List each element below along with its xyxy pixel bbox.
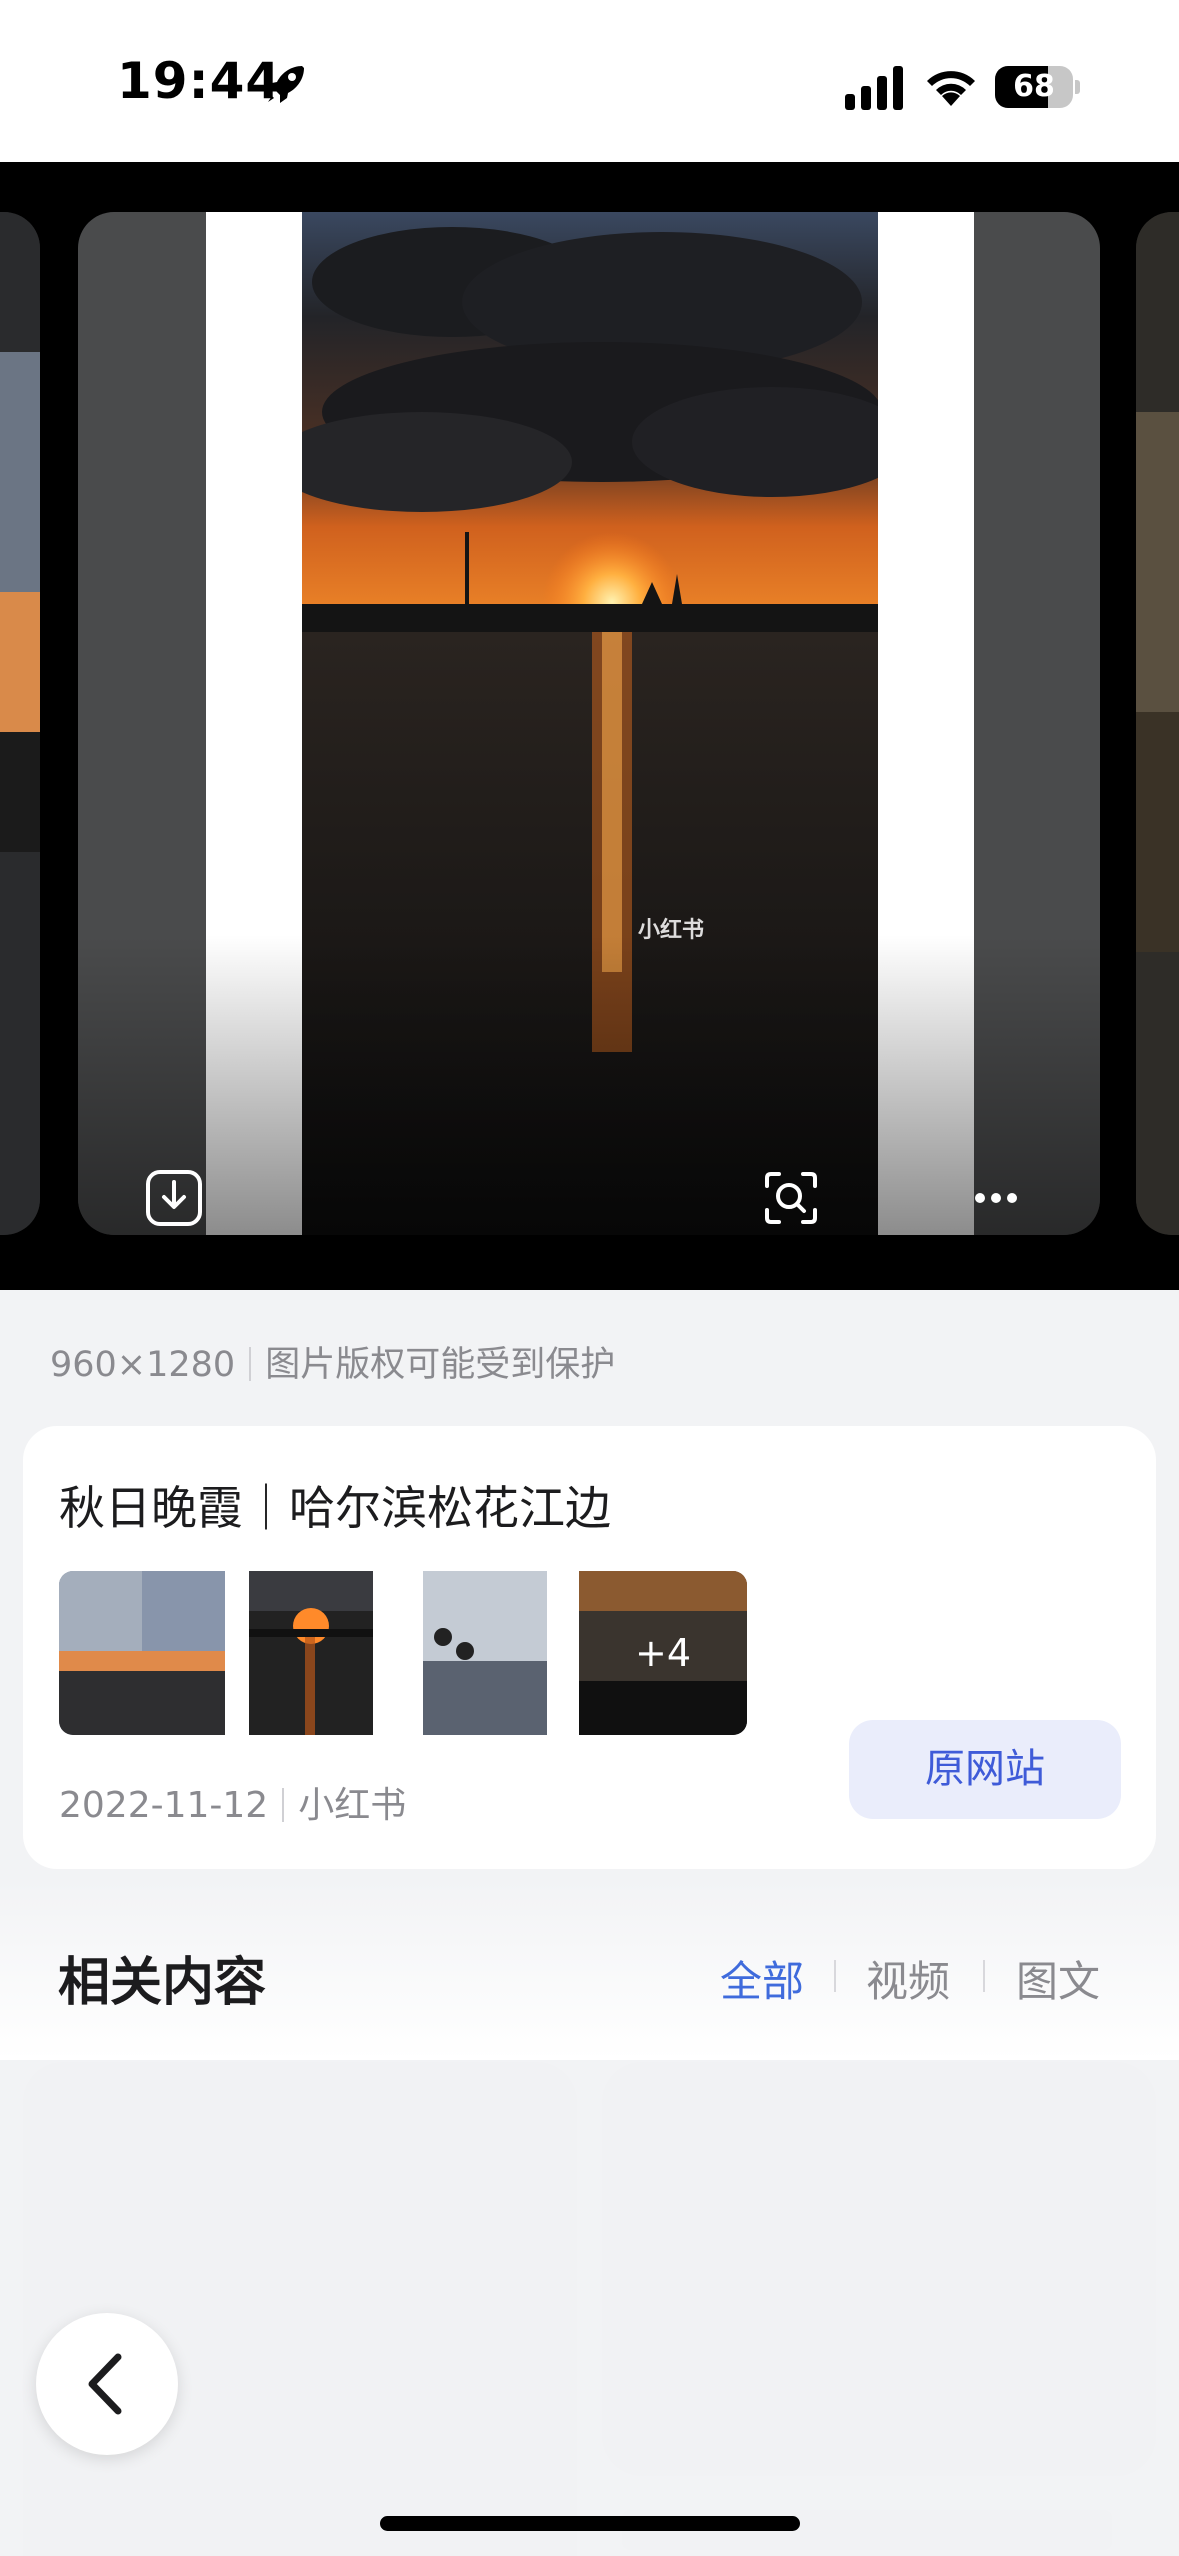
- more-images-count[interactable]: +4: [579, 1571, 747, 1735]
- thumbnail-3[interactable]: [403, 1571, 573, 1735]
- image-dimensions: 960×1280: [50, 1345, 236, 1385]
- source-title: 秋日晚霞｜哈尔滨松花江边: [59, 1481, 611, 1535]
- related-card-1[interactable]: [23, 2062, 577, 2556]
- status-bar: 19:44 68: [0, 0, 1179, 162]
- filter-image-text[interactable]: 图文: [1016, 1948, 1100, 2009]
- rocket-icon: [267, 66, 304, 103]
- image-viewer-page: 19:44 68 小红书 960×1280 图片版权可能受到保护 秋日晚霞｜哈尔…: [0, 0, 1179, 2556]
- source-card: 秋日晚霞｜哈尔滨松花江边 +4 2022-11-12 小红书 原网站: [23, 1426, 1156, 1869]
- source-platform: 小红书: [298, 1785, 407, 1826]
- current-image-card[interactable]: 小红书: [78, 212, 1100, 1235]
- thumbnail-strip[interactable]: +4: [59, 1571, 747, 1735]
- post-date: 2022-11-12: [59, 1785, 269, 1826]
- image-meta: 960×1280 图片版权可能受到保护: [50, 1336, 615, 1387]
- filter-all[interactable]: 全部: [720, 1948, 804, 2009]
- related-card-2[interactable]: [602, 2062, 1156, 2476]
- card-shade: [78, 935, 1100, 1235]
- download-icon[interactable]: [144, 1168, 204, 1228]
- battery-icon: 68: [995, 66, 1080, 108]
- cellular-signal-icon: [845, 66, 903, 110]
- status-time: 19:44: [117, 52, 282, 110]
- image-gallery[interactable]: 小红书: [0, 162, 1179, 1290]
- thumbnail-2[interactable]: [229, 1571, 399, 1735]
- next-image-card[interactable]: [1136, 212, 1179, 1235]
- more-icon[interactable]: [966, 1168, 1026, 1228]
- open-source-button[interactable]: 原网站: [849, 1720, 1121, 1819]
- back-button[interactable]: [36, 2313, 178, 2455]
- thumbnail-1[interactable]: [59, 1571, 225, 1735]
- filter-divider: [834, 1960, 836, 1992]
- chevron-left-icon: [88, 2353, 122, 2415]
- source-meta: 2022-11-12 小红书: [59, 1776, 406, 1828]
- previous-image-card[interactable]: [0, 212, 40, 1235]
- home-indicator[interactable]: [380, 2516, 800, 2531]
- filter-divider: [983, 1960, 985, 1992]
- related-title: 相关内容: [58, 1953, 267, 2013]
- battery-level: 68: [1013, 69, 1055, 104]
- wifi-icon: [927, 71, 975, 106]
- copyright-note: 图片版权可能受到保护: [265, 1345, 616, 1385]
- filter-video[interactable]: 视频: [866, 1948, 950, 2009]
- lens-search-icon[interactable]: [761, 1168, 821, 1228]
